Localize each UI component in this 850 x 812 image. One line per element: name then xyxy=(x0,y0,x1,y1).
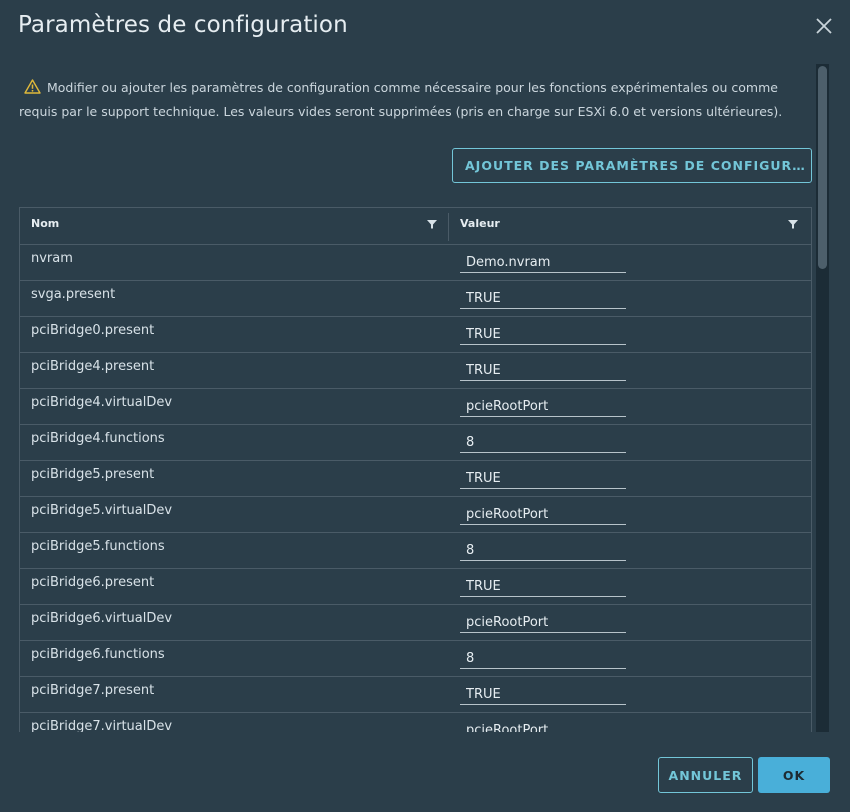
param-value-input[interactable] xyxy=(460,503,626,525)
param-value-cell xyxy=(449,497,811,532)
grid-header: Nom Valeur xyxy=(20,208,811,245)
table-row: pciBridge7.present xyxy=(20,677,811,713)
table-row: pciBridge6.virtualDev xyxy=(20,605,811,641)
table-row: pciBridge5.present xyxy=(20,461,811,497)
param-value-cell xyxy=(449,533,811,568)
filter-icon[interactable] xyxy=(426,218,438,230)
table-row: pciBridge6.present xyxy=(20,569,811,605)
filter-icon[interactable] xyxy=(787,218,799,230)
param-name: pciBridge7.present xyxy=(31,683,155,698)
param-name: pciBridge5.present xyxy=(31,467,155,482)
warning-icon xyxy=(24,79,41,94)
column-header-value-label: Valeur xyxy=(460,217,500,230)
param-name: svga.present xyxy=(31,287,116,302)
param-value-cell xyxy=(449,425,811,460)
cancel-button[interactable]: ANNULER xyxy=(658,757,753,793)
table-row: svga.present xyxy=(20,281,811,317)
table-row: pciBridge6.functions xyxy=(20,641,811,677)
warning-message: Modifier ou ajouter les paramètres de co… xyxy=(19,76,789,124)
param-name: pciBridge6.present xyxy=(31,575,155,590)
param-value-cell xyxy=(449,713,811,732)
table-row: pciBridge5.functions xyxy=(20,533,811,569)
param-value-input[interactable] xyxy=(460,467,626,489)
param-name: pciBridge7.virtualDev xyxy=(31,719,173,732)
table-row: pciBridge5.virtualDev xyxy=(20,497,811,533)
table-row: pciBridge4.functions xyxy=(20,425,811,461)
param-value-cell xyxy=(449,245,811,280)
param-value-input[interactable] xyxy=(460,719,626,732)
add-configuration-params-button[interactable]: AJOUTER DES PARAMÈTRES DE CONFIGURATION xyxy=(452,148,812,183)
ok-button[interactable]: OK xyxy=(758,757,830,793)
close-icon xyxy=(816,18,832,34)
param-value-input[interactable] xyxy=(460,251,626,273)
param-value-cell xyxy=(449,281,811,316)
column-header-name[interactable]: Nom xyxy=(20,213,449,241)
config-params-grid: Nom Valeur nvram svga.present pciBridge0.p… xyxy=(19,207,812,732)
grid-body: nvram svga.present pciBridge0.present pciBr… xyxy=(20,245,811,732)
warning-text: Modifier ou ajouter les paramètres de co… xyxy=(19,80,783,119)
table-row: pciBridge0.present xyxy=(20,317,811,353)
param-name: pciBridge4.virtualDev xyxy=(31,395,173,410)
param-name: pciBridge6.virtualDev xyxy=(31,611,173,626)
param-value-cell xyxy=(449,677,811,712)
param-value-cell xyxy=(449,605,811,640)
table-row: pciBridge4.present xyxy=(20,353,811,389)
param-value-input[interactable] xyxy=(460,431,626,453)
param-name: pciBridge4.present xyxy=(31,359,155,374)
param-name: pciBridge6.functions xyxy=(31,647,165,662)
param-value-cell xyxy=(449,641,811,676)
param-name: pciBridge0.present xyxy=(31,323,155,338)
param-value-input[interactable] xyxy=(460,359,626,381)
param-value-input[interactable] xyxy=(460,575,626,597)
param-value-cell xyxy=(449,353,811,388)
param-value-cell xyxy=(449,569,811,604)
scrollbar[interactable] xyxy=(816,64,829,732)
param-value-input[interactable] xyxy=(460,323,626,345)
column-header-value[interactable]: Valeur xyxy=(449,208,811,244)
param-value-input[interactable] xyxy=(460,539,626,561)
param-name: pciBridge4.functions xyxy=(31,431,165,446)
column-header-name-label: Nom xyxy=(31,217,60,230)
param-value-input[interactable] xyxy=(460,287,626,309)
param-value-cell xyxy=(449,389,811,424)
table-row: pciBridge4.virtualDev xyxy=(20,389,811,425)
param-value-cell xyxy=(449,317,811,352)
param-name: pciBridge5.functions xyxy=(31,539,165,554)
dialog-title: Paramètres de configuration xyxy=(18,12,348,38)
dialog-body: Modifier ou ajouter les paramètres de co… xyxy=(0,64,814,732)
param-name: pciBridge5.virtualDev xyxy=(31,503,173,518)
param-value-input[interactable] xyxy=(460,395,626,417)
scrollbar-thumb[interactable] xyxy=(818,66,827,269)
param-value-input[interactable] xyxy=(460,683,626,705)
param-value-cell xyxy=(449,461,811,496)
param-value-input[interactable] xyxy=(460,647,626,669)
table-row: pciBridge7.virtualDev xyxy=(20,713,811,732)
table-row: nvram xyxy=(20,245,811,281)
close-button[interactable] xyxy=(814,16,834,36)
param-value-input[interactable] xyxy=(460,611,626,633)
param-name: nvram xyxy=(31,251,73,266)
